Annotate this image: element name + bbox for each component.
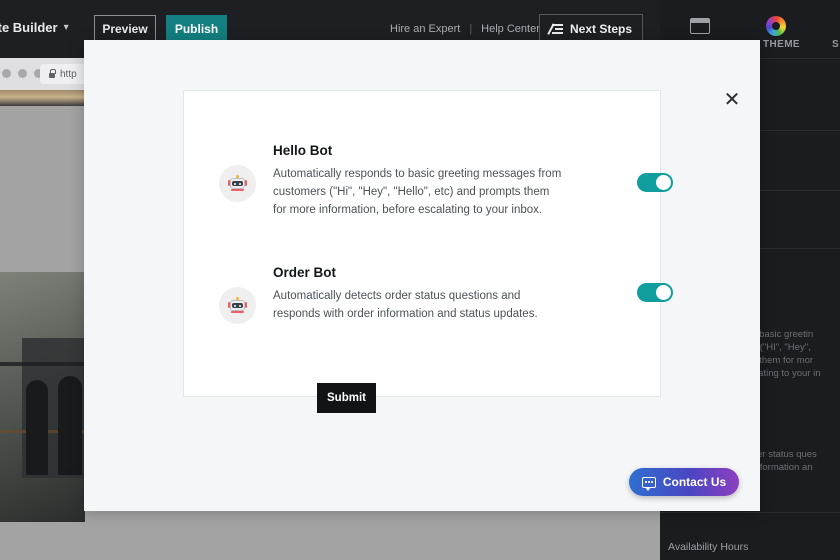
close-icon[interactable]: ✕ — [718, 86, 746, 114]
robot-icon — [228, 297, 247, 313]
chatbot-row-order-bot: Order Bot Automatically detects order st… — [219, 265, 673, 324]
list-lines-icon — [547, 23, 563, 35]
contact-us-button[interactable]: Contact Us — [629, 468, 739, 496]
chevron-down-icon: ▾ — [63, 22, 69, 33]
minimize-dot-icon[interactable] — [18, 69, 27, 78]
chatbot-text-hello-bot: Hello Bot Automatically responds to basi… — [273, 143, 563, 219]
brand-label: ite Builder — [0, 20, 58, 35]
chatbot-description: Automatically detects order status quest… — [273, 290, 538, 320]
theme-label: THEME — [763, 39, 800, 50]
avatar — [219, 165, 256, 202]
preview-button[interactable]: Preview — [94, 15, 156, 43]
hire-an-expert-link[interactable]: Hire an Expert — [390, 23, 460, 35]
avatar — [219, 287, 256, 324]
chatbot-name: Hello Bot — [273, 143, 333, 158]
chatbots-modal: Chatbots ✕ Hello Bot Automatically — [84, 40, 760, 511]
toggle-hello-bot[interactable] — [637, 173, 673, 192]
availability-hours-label: Availability Hours — [668, 541, 749, 553]
theme-color-wheel-icon[interactable] — [766, 16, 786, 36]
brand-menu[interactable]: ite Builder ▾ — [0, 20, 69, 35]
chatbots-card: Hello Bot Automatically responds to basi… — [183, 90, 673, 413]
divider: | — [469, 23, 473, 35]
submit-button[interactable]: Submit — [317, 383, 376, 413]
url-text: http — [60, 68, 77, 80]
toggle-knob — [656, 175, 671, 190]
chatbot-text-order-bot: Order Bot Automatically detects order st… — [273, 265, 563, 324]
contact-us-label: Contact Us — [662, 475, 727, 489]
silhouette-person-left — [26, 380, 48, 475]
toggle-knob — [656, 285, 671, 300]
screen: ite Builder ▾ Preview Publish Hire an Ex… — [0, 0, 840, 560]
pages-icon[interactable] — [690, 18, 710, 34]
window-traffic-lights — [2, 69, 43, 78]
settings-label: S — [832, 39, 840, 50]
chatbot-name: Order Bot — [273, 265, 337, 280]
robot-icon — [228, 175, 247, 191]
chatbot-row-hello-bot: Hello Bot Automatically responds to basi… — [219, 143, 673, 219]
chatbot-description: Automatically responds to basic greeting… — [273, 168, 562, 216]
toggle-order-bot[interactable] — [637, 283, 673, 302]
chat-bubble-icon — [641, 476, 656, 491]
close-dot-icon[interactable] — [2, 69, 11, 78]
help-center-link[interactable]: Help Center — [481, 23, 540, 35]
lock-icon — [49, 68, 56, 78]
publish-button[interactable]: Publish — [166, 15, 227, 43]
photo-rail — [0, 362, 85, 366]
silhouette-person-right — [58, 376, 82, 475]
top-right-links: Hire an Expert | Help Center — [390, 23, 540, 35]
next-steps-label: Next Steps — [570, 22, 633, 36]
